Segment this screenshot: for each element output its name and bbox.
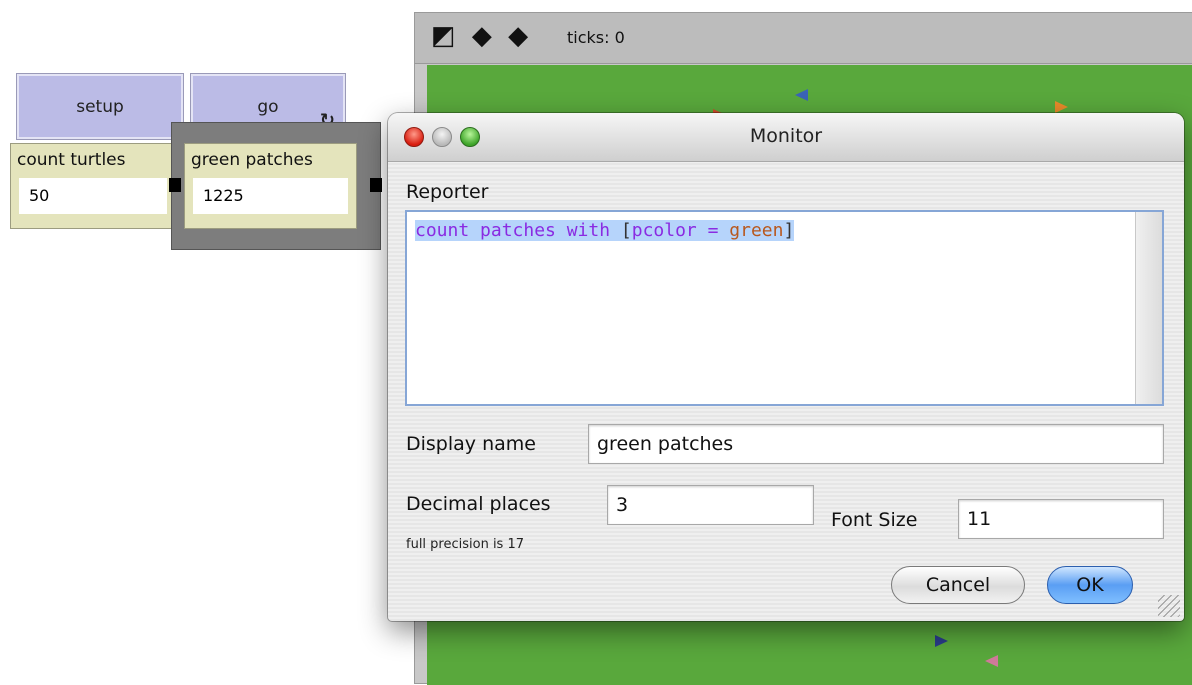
ok-button-label: OK: [1076, 574, 1104, 596]
setup-button-label: setup: [76, 96, 124, 117]
view-control-icons[interactable]: ◩ ◆ ◆: [431, 21, 532, 51]
decimal-places-label: Decimal places: [406, 493, 551, 515]
resize-handle-left[interactable]: [169, 178, 181, 192]
code-keyword: count patches with: [415, 220, 621, 241]
green-patches-monitor[interactable]: green patches 1225: [184, 143, 357, 229]
reporter-code: count patches with [pcolor = green]: [415, 220, 795, 241]
cancel-button-label: Cancel: [925, 574, 991, 596]
ok-button[interactable]: OK: [1047, 566, 1133, 604]
font-size-input[interactable]: 11: [958, 499, 1164, 539]
monitor-value: 1225: [193, 178, 348, 214]
monitor-label: green patches: [191, 150, 313, 170]
code-color: green: [729, 220, 784, 241]
reporter-label: Reporter: [406, 181, 489, 203]
count-turtles-monitor[interactable]: count turtles 50: [10, 143, 176, 229]
turtle: [795, 89, 808, 101]
font-size-label: Font Size: [831, 509, 918, 531]
dialog-titlebar[interactable]: Monitor: [388, 113, 1184, 162]
code-bracket: ]: [783, 220, 795, 241]
turtle: [985, 655, 998, 667]
monitor-dialog: Monitor Reporter count patches with [pco…: [388, 113, 1184, 621]
view-toolbar: ◩ ◆ ◆ ticks: 0: [415, 13, 1192, 64]
monitor-value: 50: [19, 178, 167, 214]
go-button-label: go: [257, 96, 279, 117]
precision-note: full precision is 17: [406, 537, 525, 552]
display-name-input[interactable]: green patches: [588, 424, 1164, 464]
resize-grip-icon[interactable]: [1158, 595, 1180, 617]
display-name-label: Display name: [406, 433, 536, 455]
decimal-places-input[interactable]: 3: [607, 485, 814, 525]
ticks-counter: ticks: 0: [567, 28, 625, 47]
reporter-editor[interactable]: count patches with [pcolor = green]: [405, 210, 1164, 406]
resize-handle-right[interactable]: [370, 178, 382, 192]
turtle: [1055, 101, 1068, 113]
monitor-label: count turtles: [17, 150, 126, 170]
code-bracket: [: [620, 220, 632, 241]
reporter-scrollbar[interactable]: [1135, 212, 1162, 404]
dialog-title: Monitor: [749, 125, 823, 147]
turtle: [935, 635, 948, 647]
setup-button[interactable]: setup: [17, 74, 183, 139]
cancel-button[interactable]: Cancel: [891, 566, 1025, 604]
code-expression: pcolor =: [631, 220, 730, 241]
